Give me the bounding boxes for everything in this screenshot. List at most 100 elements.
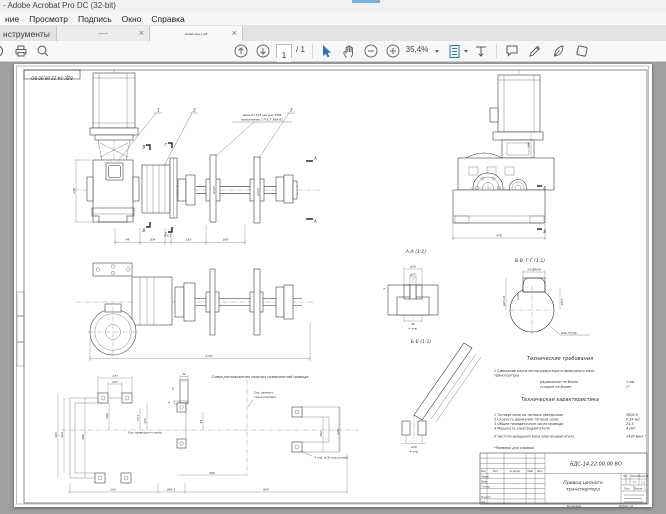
document-canvas[interactable]: БДС-14.22.00.00 ВО 1 2 3 Цепь Р=125 мм (0, 62, 666, 514)
top-view: 1147 (76, 263, 314, 361)
next-page-icon[interactable] (256, 44, 270, 58)
tab-doc-obshiy-vid-label: общий вид o.pdf (185, 32, 208, 36)
tech-char-value: 4 кВт (626, 427, 637, 431)
dim-label: 478 (496, 234, 502, 238)
search-icon[interactable] (36, 44, 50, 58)
scheme-title: Схема расположения опорных поверхностей … (211, 375, 308, 379)
zoom-level-value[interactable]: 35,4% (402, 45, 432, 54)
pencil-icon[interactable] (528, 44, 543, 58)
tech-char-value: 0,54 м/с (626, 418, 640, 422)
tech-req-value: 1 мм (626, 380, 635, 384)
close-icon[interactable]: × (232, 26, 237, 41)
toolbar-separator (496, 44, 497, 58)
page-total-label: / 1 (296, 45, 305, 54)
close-icon[interactable]: × (139, 26, 144, 41)
window-accent-strip (352, 0, 380, 3)
menu-item-window[interactable]: Окно (117, 14, 147, 24)
zoom-in-icon[interactable] (386, 44, 400, 58)
menu-item-help[interactable]: Справка (146, 14, 189, 24)
balloon-label: 2 (193, 108, 196, 113)
section-aa: А-А (1:1) ø32 ø17 32 4 отв. 7 (383, 249, 438, 331)
dim-label: ø527 (212, 186, 216, 195)
tech-req-line: радиальное не более (539, 380, 578, 384)
section-mark: А (313, 156, 317, 161)
front-view: 1 2 3 Цепь Р=125 мм шаг М56 исполнение 2… (72, 69, 320, 245)
tb-col: Лист (492, 470, 499, 473)
tab-tools-label: нструменты (3, 29, 50, 39)
section-mark: Б (544, 229, 547, 234)
dim-label: 48,5 (560, 299, 564, 306)
section-mark: В (143, 145, 146, 150)
mounting-scheme: Схема расположения опорных поверхностей … (54, 372, 359, 494)
balloon-label: 1 (157, 108, 160, 113)
tech-char-item: 4 Мощность электродвигателя (494, 427, 550, 431)
tb-designation: БДС-14.22.00.00 ВО (570, 462, 622, 468)
sign-quill-icon[interactable] (551, 44, 566, 58)
pdf-page[interactable]: БДС-14.22.00.00 ВО 1 2 3 Цепь Р=125 мм (14, 64, 652, 507)
section-label: А-А (1:1) (405, 249, 427, 255)
dim-label: ø30 (410, 445, 417, 449)
dim-label: 32 (411, 322, 415, 326)
tb-row: Разраб. (481, 476, 490, 479)
page-number-input[interactable] (277, 50, 291, 62)
dim-label: 1147 (205, 354, 213, 358)
dim-label: 204 (150, 237, 156, 241)
dim-label: 8 (172, 387, 174, 391)
dim-label: 4 отв. (409, 450, 418, 454)
previous-page-icon[interactable] (234, 44, 248, 58)
dim-label: 77,5 (136, 415, 140, 422)
balloon-label: 3 (290, 108, 293, 113)
tb-col: Масштаб (638, 475, 649, 478)
dim-label: 424 (60, 432, 64, 438)
tb-footer: Копировал (567, 504, 582, 507)
chevron-down-icon[interactable] (435, 50, 439, 53)
chevron-down-icon[interactable] (464, 50, 468, 53)
dim-label: 150 (186, 237, 192, 241)
tech-req-value: 1° (626, 385, 630, 389)
dim-callout: ø45 Н7/к6 (560, 331, 577, 335)
tech-char-item: 5 Частота вращения вала электродвигателя (494, 435, 574, 439)
dim-label: 170 (336, 429, 340, 435)
dim-label: 180 (105, 413, 109, 419)
section-mark: Г (165, 143, 168, 148)
dim-label: ø523 (256, 188, 260, 197)
stamp-icon[interactable] (575, 44, 590, 58)
dim-label: 9 Н9 (516, 294, 520, 300)
toolbar-separator (312, 44, 313, 58)
tech-req-line: угловое не более (539, 385, 571, 389)
menu-item-sign[interactable]: Подпись (73, 14, 117, 24)
dim-label: 7 (383, 287, 385, 291)
share-icon[interactable] (0, 44, 9, 58)
menu-item-file[interactable]: ние (0, 14, 24, 24)
tab-doc-pro-label: pro o.pdf (99, 33, 108, 35)
zoom-out-icon[interactable] (364, 44, 378, 58)
dim-label: 300 (209, 471, 215, 475)
tab-doc-obshiy-vid[interactable]: общий вид o.pdf × (150, 26, 243, 41)
tab-doc-pro[interactable]: pro o.pdf × (57, 26, 150, 41)
section-mark: Б (544, 186, 547, 191)
tech-char-title: Техническая характеристика (521, 397, 599, 403)
dim-label: 178 (72, 188, 76, 194)
technical-text: Технические требования 1 Смещение валов … (494, 356, 646, 450)
dim-label: 125 (143, 418, 147, 424)
dim-label: 4 (168, 401, 170, 405)
window-title: - Adobe Acrobat Pro DC (32-bit) (3, 1, 116, 10)
print-icon[interactable] (14, 44, 28, 58)
section-mark: В (143, 228, 146, 233)
select-tool-icon[interactable] (320, 44, 334, 59)
tb-col: Дата (536, 470, 543, 473)
tb-row: Т.контр. (481, 486, 491, 489)
hand-tool-icon[interactable] (342, 44, 356, 59)
page-display-icon[interactable] (448, 44, 462, 59)
section-label: В-В, Г-Г (1:1) (515, 258, 545, 264)
menu-item-view[interactable]: Просмотр (24, 14, 73, 24)
dim-label: 81 (199, 420, 203, 424)
tab-bar: нструменты pro o.pdf × общий вид o.pdf × (0, 26, 666, 41)
tab-tools[interactable]: нструменты (0, 26, 57, 41)
comment-icon[interactable] (505, 44, 520, 58)
scrolling-mode-icon[interactable] (474, 44, 488, 59)
dim-label: 196 (527, 142, 531, 148)
dim-label: 162 (319, 431, 323, 437)
tech-char-item: 1 Тяговая сила на тяговых звездочках (494, 413, 564, 417)
axis-label: Ось цепного (254, 391, 274, 395)
